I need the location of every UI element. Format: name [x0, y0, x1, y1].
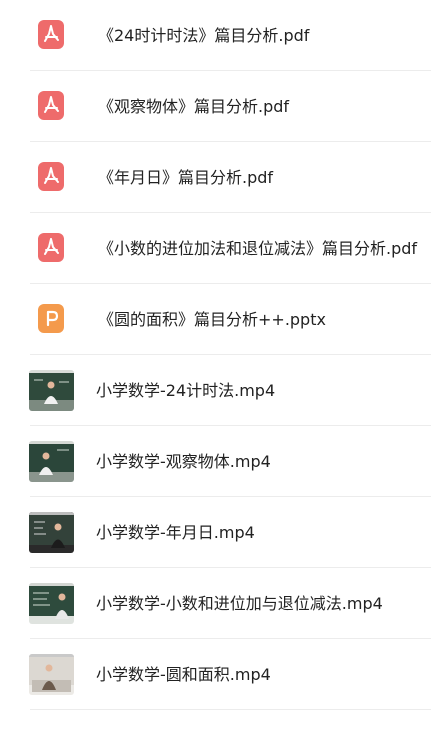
- pdf-icon: [38, 20, 64, 49]
- file-name: 《24时计时法》篇目分析.pdf: [98, 26, 310, 45]
- file-name: 《小数的进位加法和退位减法》篇目分析.pdf: [98, 239, 418, 258]
- row-divider: [30, 709, 431, 710]
- file-row[interactable]: 小学数学-观察物体.mp4: [0, 426, 431, 497]
- file-list: 《24时计时法》篇目分析.pdf 《观察物体》篇目分析.pdf 《年月日》篇目分…: [0, 0, 431, 733]
- video-thumbnail: [29, 512, 74, 553]
- file-name: 小学数学-年月日.mp4: [96, 523, 255, 542]
- file-name: 小学数学-圆和面积.mp4: [96, 665, 271, 684]
- file-name: 小学数学-小数和进位加与退位减法.mp4: [96, 594, 383, 613]
- file-row[interactable]: 《圆的面积》篇目分析++.pptx: [0, 284, 431, 355]
- file-name: 小学数学-观察物体.mp4: [96, 452, 271, 471]
- file-row[interactable]: 《观察物体》篇目分析.pdf: [0, 71, 431, 142]
- file-row[interactable]: 小学数学-小数和进位加与退位减法.mp4: [0, 568, 431, 639]
- file-row[interactable]: 小学数学-圆和面积.mp4: [0, 639, 431, 710]
- file-row[interactable]: 《小数的进位加法和退位减法》篇目分析.pdf: [0, 213, 431, 284]
- file-row[interactable]: 《24时计时法》篇目分析.pdf: [0, 0, 431, 71]
- video-thumbnail: [29, 654, 74, 695]
- pdf-icon: [38, 162, 64, 191]
- video-thumbnail: [29, 583, 74, 624]
- video-thumbnail: [29, 441, 74, 482]
- pdf-icon: [38, 91, 64, 120]
- file-row[interactable]: 小学数学-年月日.mp4: [0, 497, 431, 568]
- pdf-icon: [38, 233, 64, 262]
- file-name: 《观察物体》篇目分析.pdf: [98, 97, 290, 116]
- file-row[interactable]: 《年月日》篇目分析.pdf: [0, 142, 431, 213]
- ppt-icon: [38, 304, 64, 333]
- file-name: 小学数学-24计时法.mp4: [96, 381, 276, 400]
- file-name: 《年月日》篇目分析.pdf: [98, 168, 274, 187]
- file-row[interactable]: 小学数学-24计时法.mp4: [0, 355, 431, 426]
- video-thumbnail: [29, 370, 74, 411]
- file-name: 《圆的面积》篇目分析++.pptx: [98, 310, 326, 329]
